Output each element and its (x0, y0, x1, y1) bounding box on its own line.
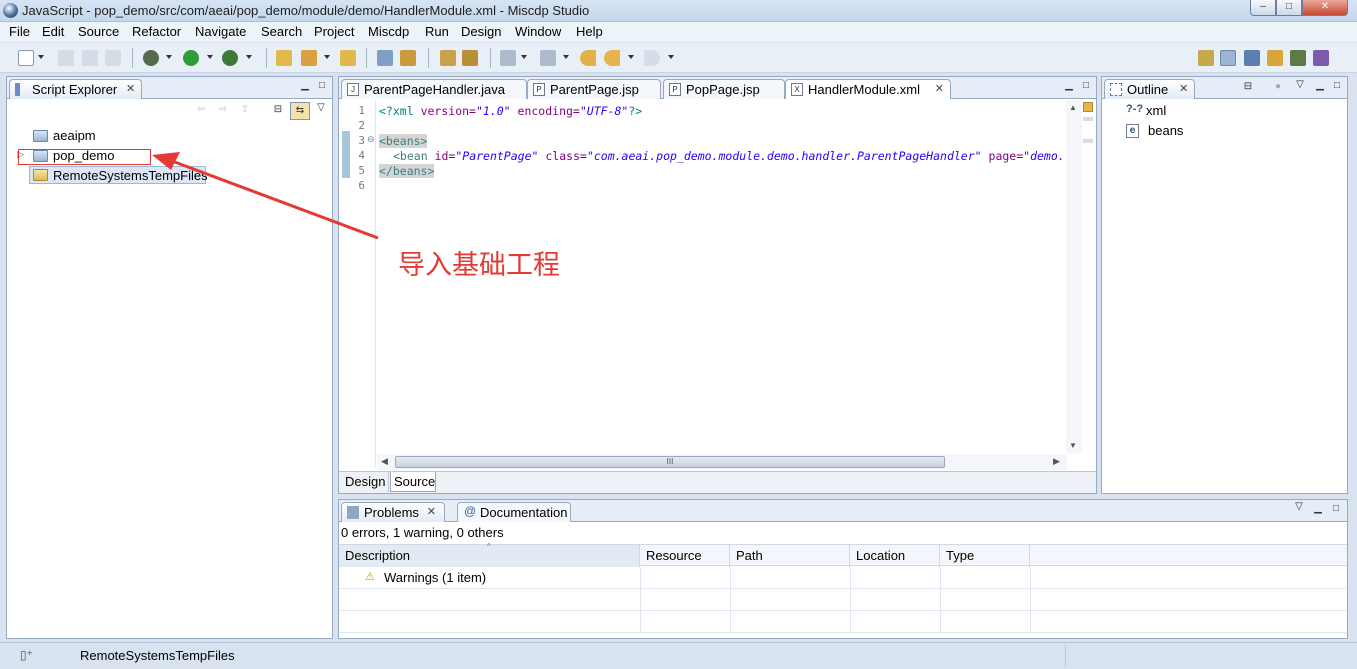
status-text: RemoteSystemsTempFiles (80, 648, 235, 663)
fast-view-icon[interactable]: ▯⁺ (20, 648, 33, 662)
arrow-shaft (171, 159, 379, 240)
status-separator (1065, 645, 1066, 667)
annotation-arrow (152, 152, 379, 240)
status-bar: ▯⁺ RemoteSystemsTempFiles (0, 642, 1357, 669)
annotation-text: 导入基础工程 (398, 250, 560, 281)
